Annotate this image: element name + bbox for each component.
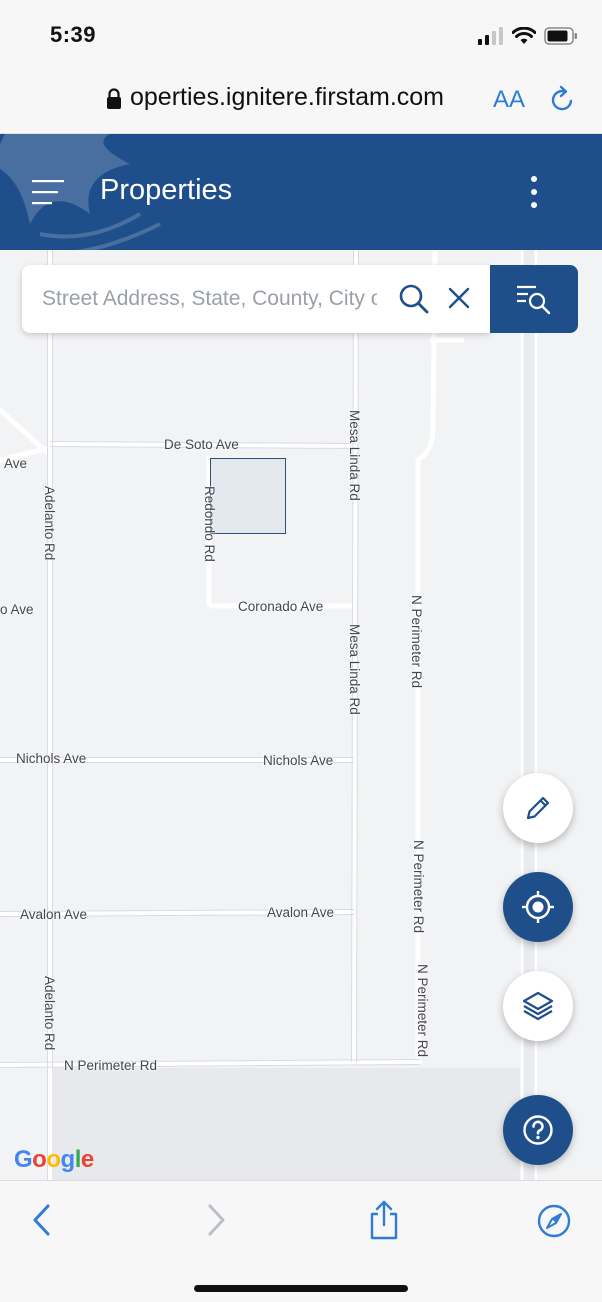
- home-indicator[interactable]: [194, 1285, 408, 1292]
- page-title: Properties: [100, 174, 233, 206]
- text-size-label: AA: [493, 86, 526, 113]
- road-label-nichols-ave: Nichols Ave: [16, 751, 87, 766]
- road-label-avalon-ave-2: Avalon Ave: [267, 905, 335, 920]
- road-label-mesa-linda-rd-2: Mesa Linda Rd: [347, 624, 362, 715]
- map-view[interactable]: De Soto Ave Ave Adelanto Rd Redondo Rd M…: [0, 250, 602, 1180]
- road-label-n-perimeter-rd-3: N Perimeter Rd: [415, 964, 430, 1058]
- road-label-nichols-ave-2: Nichols Ave: [263, 753, 334, 768]
- road-network: [0, 250, 538, 1180]
- road-label-adelanto-rd-2: Adelanto Rd: [42, 976, 57, 1051]
- chevron-right-icon[interactable]: [204, 1203, 228, 1237]
- layers-icon: [522, 991, 554, 1021]
- google-logo: Google: [14, 1146, 94, 1173]
- road-label-de-soto-ave: De Soto Ave: [164, 437, 239, 452]
- search-input[interactable]: [42, 283, 377, 315]
- road-label-adelanto-rd: Adelanto Rd: [42, 486, 57, 561]
- search-box[interactable]: [22, 265, 490, 333]
- locate-me-button[interactable]: [503, 872, 573, 942]
- road-label-redondo-rd: Redondo Rd: [202, 486, 217, 562]
- wifi-icon: [512, 27, 536, 44]
- battery-icon: [544, 27, 577, 45]
- compass-icon[interactable]: [536, 1203, 572, 1239]
- kebab-icon[interactable]: [524, 174, 544, 210]
- browser-toolbar: [0, 1180, 602, 1302]
- road-label-ave: Ave: [4, 456, 28, 471]
- draw-button[interactable]: [503, 773, 573, 843]
- layers-button[interactable]: [503, 971, 573, 1041]
- road-label-mesa-linda-rd: Mesa Linda Rd: [347, 410, 362, 501]
- road-label-avalon-ave: Avalon Ave: [20, 907, 88, 922]
- help-button[interactable]: [503, 1095, 573, 1165]
- road-label-n-perimeter-rd-2: N Perimeter Rd: [411, 840, 426, 934]
- road-label-coronado-ave: Coronado Ave: [238, 599, 324, 614]
- signal-icon: [478, 27, 503, 45]
- road-label-o-ave: o Ave: [0, 602, 34, 617]
- share-icon[interactable]: [368, 1199, 400, 1241]
- property-parcel[interactable]: [210, 458, 286, 534]
- road-label-n-perimeter-rd: N Perimeter Rd: [409, 595, 424, 689]
- app-header: Properties: [0, 134, 602, 250]
- search-icon[interactable]: [398, 283, 430, 315]
- road-label-n-perimeter-rd-4: N Perimeter Rd: [64, 1058, 158, 1073]
- lock-icon: [107, 88, 121, 109]
- question-icon: [523, 1115, 553, 1145]
- close-icon[interactable]: [448, 287, 470, 309]
- crosshair-icon: [522, 891, 554, 923]
- url-text[interactable]: operties.ignitere.firstam.com: [130, 83, 475, 112]
- search-results-button[interactable]: [490, 265, 578, 333]
- status-icons: [478, 24, 578, 48]
- chevron-left-icon[interactable]: [30, 1203, 54, 1237]
- status-time: 5:39: [50, 22, 97, 47]
- pencil-icon: [526, 796, 550, 820]
- text-size-button[interactable]: AA: [493, 86, 525, 114]
- status-bar: 5:39: [0, 0, 602, 68]
- list-search-icon: [517, 285, 551, 315]
- browser-url-bar[interactable]: operties.ignitere.firstam.com AA: [0, 68, 602, 134]
- hamburger-icon[interactable]: [32, 178, 66, 206]
- reload-icon[interactable]: [550, 85, 576, 113]
